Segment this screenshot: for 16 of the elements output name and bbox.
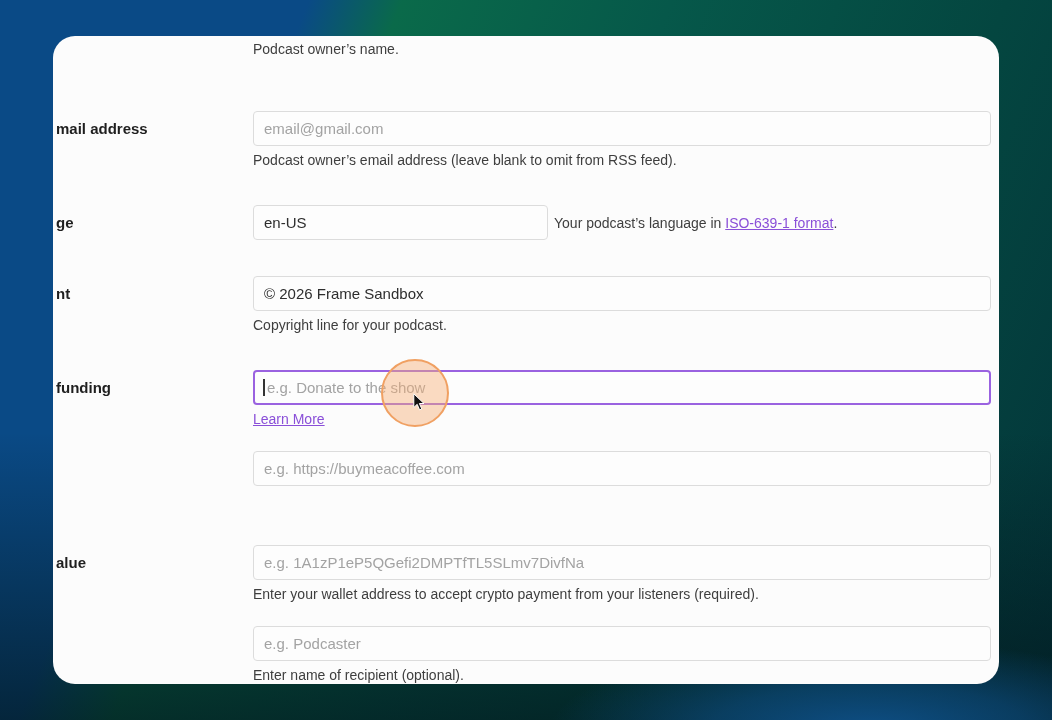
help-text: Copyright line for your podcast. (253, 316, 448, 334)
field-label: alue (56, 554, 86, 571)
field-label: nt (56, 285, 71, 302)
input-field[interactable]: en-US (253, 205, 548, 240)
help-link[interactable]: Learn More (253, 411, 325, 427)
help-text: Your podcast’s language in ISO-639-1 format. (554, 213, 838, 232)
help-text: Enter name of recipient (optional). (253, 666, 465, 684)
help-text: Enter your wallet address to accept crypto payment from your listeners (required). (253, 585, 760, 603)
help-text: Podcast owner’s email address (leave blank to omit from RSS feed). (253, 151, 678, 169)
mouse-pointer-icon (413, 393, 425, 411)
field-label: funding (56, 379, 111, 396)
field-label: ge (56, 214, 74, 231)
help-text: Podcast owner’s name. (253, 40, 400, 58)
field-label: mail address (56, 120, 148, 137)
input-field[interactable]: © 2026 Frame Sandbox (253, 276, 991, 311)
text-caret-icon (263, 379, 265, 396)
